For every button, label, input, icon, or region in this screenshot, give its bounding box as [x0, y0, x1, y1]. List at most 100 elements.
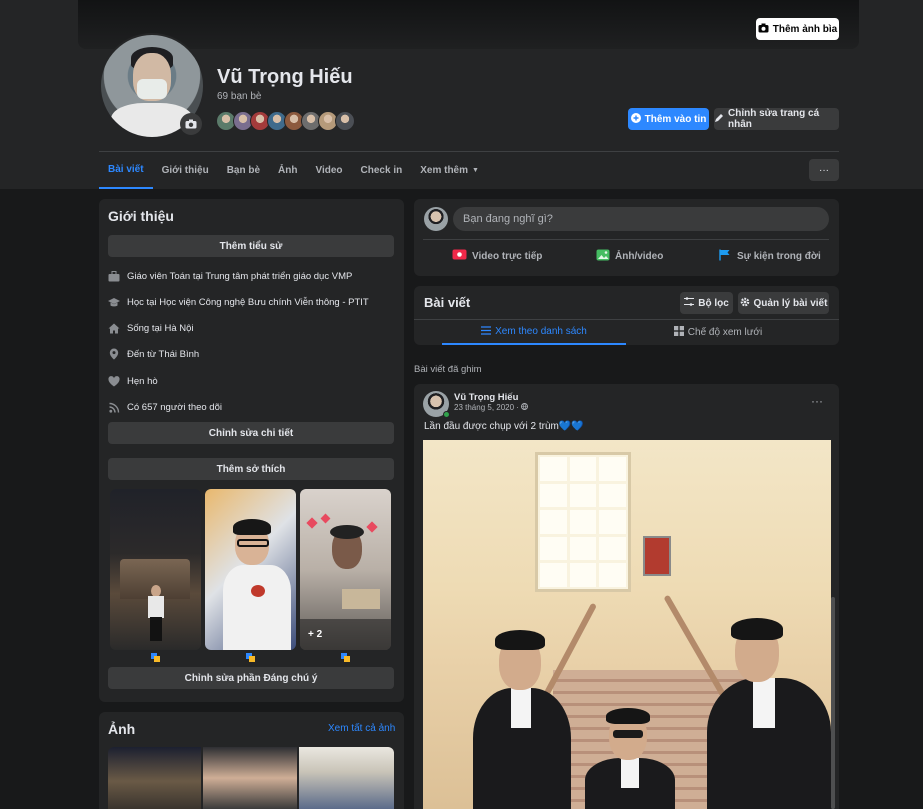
gear-icon	[740, 297, 750, 310]
flag-icon	[719, 249, 732, 264]
intro-item-text: Có 657 người theo dõi	[127, 401, 222, 413]
edit-featured-button[interactable]: Chỉnh sửa phần Đáng chú ý	[108, 667, 394, 689]
home-icon	[108, 322, 120, 334]
add-cover-photo-button[interactable]: Thêm ảnh bìa	[756, 18, 839, 40]
composer-avatar	[424, 207, 448, 231]
add-cover-photo-label: Thêm ảnh bìa	[772, 23, 838, 35]
photo-thumbnail-3[interactable]	[299, 747, 394, 809]
composer-divider	[423, 239, 829, 240]
intro-item-text: Đến từ Thái Bình	[127, 348, 200, 360]
life-event-button[interactable]: Sự kiện trong đời	[719, 249, 821, 264]
highlight-icon	[151, 653, 161, 662]
photo-icon	[596, 249, 610, 264]
globe-icon	[521, 403, 529, 412]
photo-fire-box	[643, 536, 671, 576]
live-video-label: Video trực tiếp	[472, 250, 543, 262]
intro-item-text: Học tại Học viện Công nghệ Bưu chính Viễ…	[127, 296, 369, 308]
manage-posts-button[interactable]: Quản lý bài viết	[738, 292, 829, 314]
profile-name: Vũ Trọng Hiếu	[217, 66, 353, 88]
location-pin-icon	[108, 348, 120, 360]
highlight-icon	[341, 653, 351, 662]
post-date-text: 23 tháng 5, 2020 ·	[454, 403, 522, 412]
tab-posts[interactable]: Bài viết	[99, 152, 153, 189]
intro-item-text: Giáo viên Toán tại Trung tâm phát triển …	[127, 270, 353, 282]
post-photo[interactable]	[423, 440, 831, 809]
cover-photo[interactable]	[78, 0, 859, 49]
life-event-label: Sự kiện trong đời	[737, 251, 821, 262]
plus-circle-icon	[630, 112, 641, 126]
post-author-name[interactable]: Vũ Trọng Hiếu	[454, 392, 518, 403]
photo-thumbnail-2[interactable]	[203, 747, 297, 809]
intro-card: Giới thiệu Thêm tiểu sử Giáo viên Toán t…	[99, 199, 404, 702]
highlight-more-count: + 2	[308, 629, 323, 640]
pinned-post: Vũ Trọng Hiếu 23 tháng 5, 2020 · ··· Lần…	[414, 384, 839, 809]
pinned-posts-label: Bài viết đã ghim	[414, 364, 482, 375]
edit-profile-button[interactable]: Chỉnh sửa trang cá nhân	[714, 108, 839, 130]
photos-card: Ảnh Xem tất cả ảnh	[99, 712, 404, 809]
tab-about[interactable]: Giới thiệu	[153, 152, 218, 189]
featured-highlight-1[interactable]	[110, 489, 201, 650]
friend-avatar[interactable]	[335, 111, 355, 131]
tab-videos[interactable]: Video	[306, 152, 351, 189]
tab-more[interactable]: Xem thêm ▼	[411, 152, 488, 189]
intro-item-hometown: Đến từ Thái Bình	[108, 348, 199, 360]
grid-icon	[673, 326, 684, 339]
add-to-story-label: Thêm vào tin	[644, 113, 707, 125]
filter-icon	[684, 297, 695, 309]
live-video-button[interactable]: Video trực tiếp	[452, 249, 542, 263]
pencil-icon	[714, 113, 724, 126]
see-all-photos-link[interactable]: Xem tất cả ảnh	[328, 723, 395, 734]
add-hobbies-button[interactable]: Thêm sở thích	[108, 458, 394, 480]
update-avatar-camera-icon[interactable]	[180, 113, 202, 135]
profile-tabs: Bài viết Giới thiệu Bạn bè Ảnh Video Che…	[99, 152, 488, 189]
add-to-story-button[interactable]: Thêm vào tin	[628, 108, 709, 130]
filter-button[interactable]: Bộ lọc	[680, 292, 733, 314]
tab-photos[interactable]: Ảnh	[269, 152, 306, 189]
filter-label: Bộ lọc	[698, 297, 729, 309]
intro-item-home: Sống tại Hà Nội	[108, 322, 194, 334]
tab-friends[interactable]: Bạn bè	[218, 152, 269, 189]
photo-thumbnail-1[interactable]	[108, 747, 201, 809]
posts-header-card: Bài viết Bộ lọc Quản lý bài viết Xem the…	[414, 286, 839, 345]
tab-check-ins[interactable]: Check in	[352, 152, 412, 189]
photos-title: Ảnh	[108, 721, 136, 737]
edit-details-button[interactable]: Chỉnh sửa chi tiết	[108, 422, 394, 444]
intro-item-text: Sống tại Hà Nội	[127, 322, 194, 334]
tab-more-label: Xem thêm	[420, 165, 469, 176]
featured-highlight-2[interactable]	[205, 489, 296, 650]
list-view-label: Xem theo danh sách	[495, 326, 587, 337]
online-status-dot	[443, 411, 450, 418]
graduation-cap-icon	[108, 296, 120, 308]
live-video-icon	[452, 249, 467, 263]
more-options-button[interactable]: ···	[809, 159, 839, 181]
grid-view-tab[interactable]: Chế độ xem lưới	[626, 320, 810, 345]
intro-item-relationship: Hẹn hò	[108, 375, 158, 387]
highlight-icon	[246, 653, 256, 662]
briefcase-icon	[108, 270, 120, 282]
add-bio-button[interactable]: Thêm tiểu sử	[108, 235, 394, 257]
intro-item-work: Giáo viên Toán tại Trung tâm phát triển …	[108, 270, 352, 282]
intro-item-text: Hẹn hò	[127, 375, 158, 387]
intro-item-education: Học tại Học viện Công nghệ Bưu chính Viễ…	[108, 296, 369, 308]
friends-count[interactable]: 69 bạn bè	[217, 91, 262, 102]
photo-video-button[interactable]: Ảnh/video	[596, 249, 663, 264]
featured-highlight-3[interactable]: + 2	[300, 489, 391, 650]
scrollbar[interactable]	[831, 597, 835, 809]
post-composer: Bạn đang nghĩ gì? Video trực tiếp Ảnh/vi…	[414, 199, 839, 276]
post-text: Lần đầu được chụp với 2 trùm💙💙	[424, 421, 584, 432]
rss-icon	[108, 401, 120, 413]
caret-down-icon: ▼	[472, 167, 479, 174]
intro-title: Giới thiệu	[108, 208, 174, 224]
edit-profile-label: Chỉnh sửa trang cá nhân	[728, 108, 820, 130]
composer-input[interactable]: Bạn đang nghĩ gì?	[453, 207, 829, 231]
list-icon	[481, 325, 492, 338]
post-date[interactable]: 23 tháng 5, 2020 ·	[454, 403, 529, 412]
camera-icon	[758, 23, 769, 36]
photo-window	[535, 452, 631, 592]
friend-avatars-row[interactable]	[216, 111, 355, 131]
grid-view-label: Chế độ xem lưới	[687, 327, 763, 338]
list-view-tab[interactable]: Xem theo danh sách	[442, 320, 626, 345]
intro-item-followers[interactable]: Có 657 người theo dõi	[108, 401, 222, 413]
post-options-button[interactable]: ···	[811, 394, 823, 408]
manage-posts-label: Quản lý bài viết	[753, 297, 828, 309]
